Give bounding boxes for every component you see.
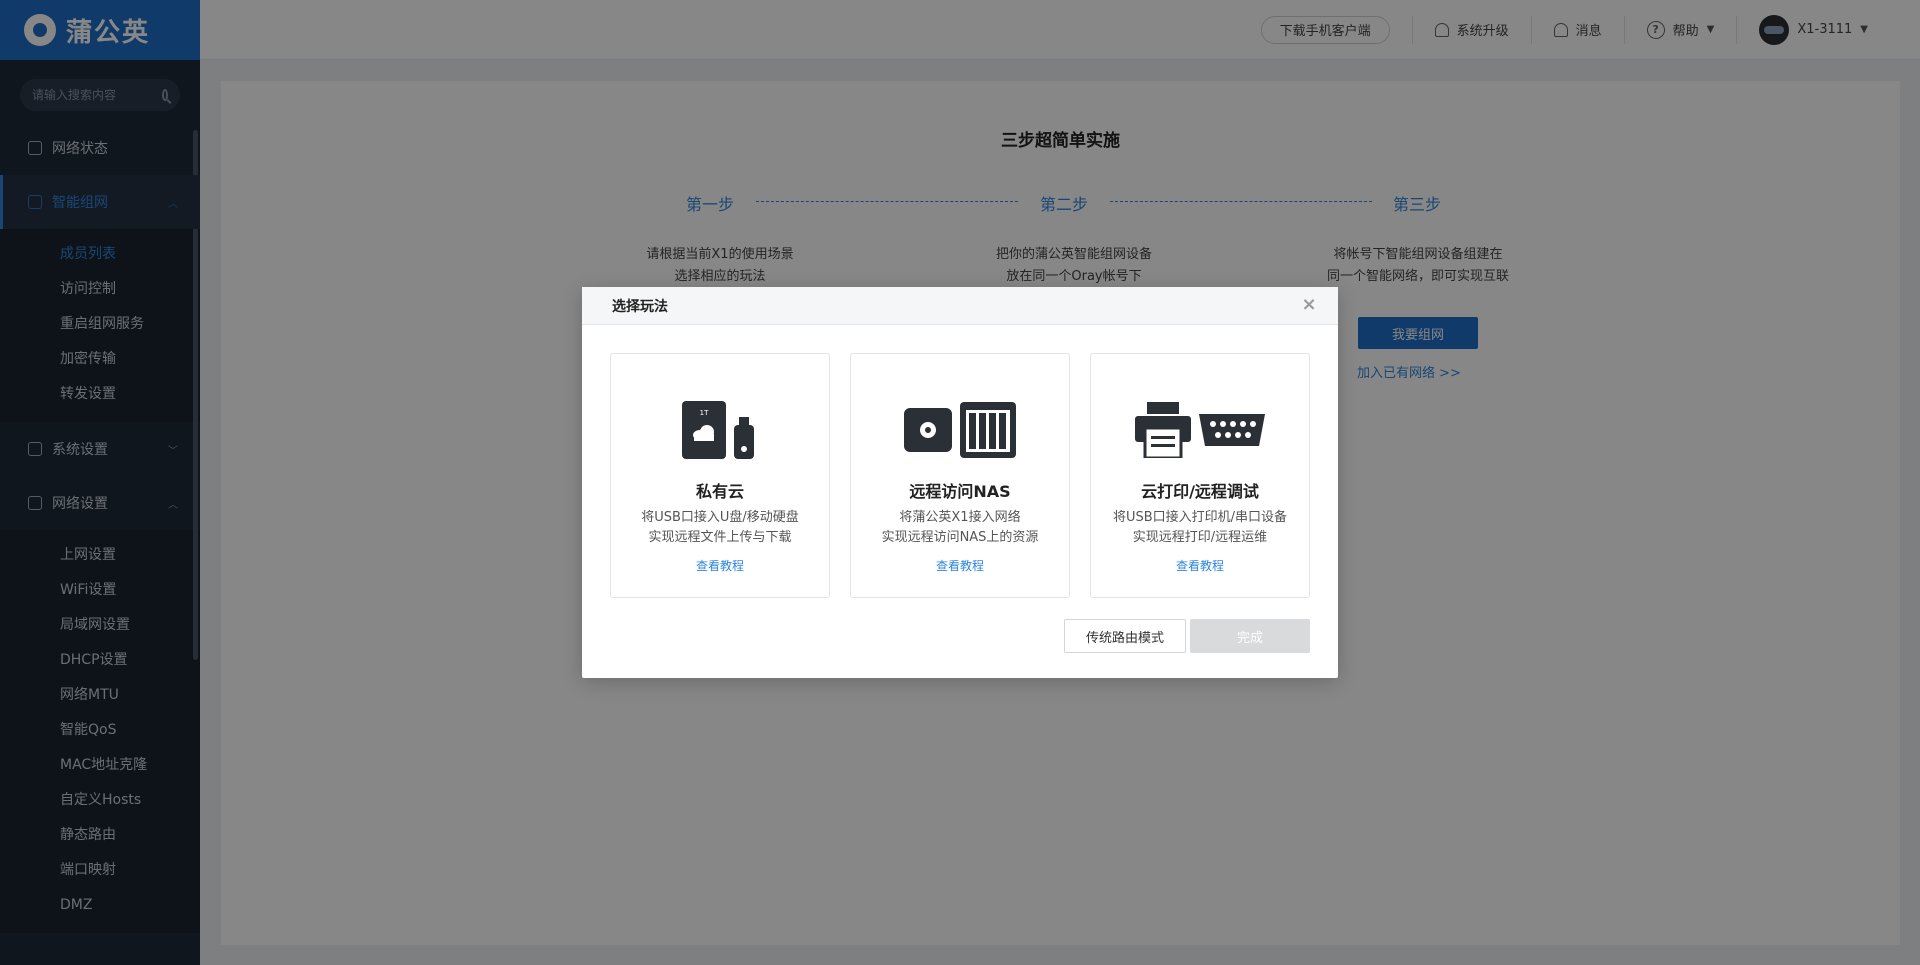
card-desc: 将蒲公英X1接入网络 实现远程访问NAS上的资源	[881, 510, 1039, 545]
tutorial-link[interactable]: 查看教程	[851, 557, 1069, 574]
mode-cards: 1T 私有云 将USB口接入U盘/移动硬盘 实现远程文件上传与下载 查看教程 远…	[610, 353, 1310, 598]
card-desc: 将USB口接入U盘/移动硬盘 实现远程文件上传与下载	[641, 510, 799, 545]
tutorial-link[interactable]: 查看教程	[1091, 557, 1309, 574]
private-cloud-icon: 1T	[611, 392, 829, 467]
nas-icon	[851, 392, 1069, 467]
card-title: 私有云	[695, 482, 744, 501]
tutorial-link[interactable]: 查看教程	[611, 557, 829, 574]
close-icon[interactable]: ×	[1300, 296, 1318, 314]
card-desc: 将USB口接入打印机/串口设备 实现远程打印/远程运维	[1112, 510, 1288, 545]
card-title: 云打印/远程调试	[1141, 482, 1259, 501]
printer-serial-icon	[1091, 392, 1309, 467]
card-title: 远程访问NAS	[909, 482, 1011, 501]
card-private-cloud[interactable]: 1T 私有云 将USB口接入U盘/移动硬盘 实现远程文件上传与下载 查看教程	[610, 353, 830, 598]
dialog-title: 选择玩法	[612, 298, 668, 315]
done-button[interactable]: 完成	[1190, 619, 1310, 653]
card-remote-nas[interactable]: 远程访问NAS 将蒲公英X1接入网络 实现远程访问NAS上的资源 查看教程	[850, 353, 1070, 598]
dialog-header: 选择玩法 ×	[582, 287, 1338, 325]
card-cloud-print[interactable]: 云打印/远程调试 将USB口接入打印机/串口设备 实现远程打印/远程运维 查看教…	[1090, 353, 1310, 598]
select-mode-dialog: 选择玩法 × 1T 私有云 将USB口接入U盘/移动硬盘 实现远程文件上传与下载…	[582, 287, 1338, 678]
traditional-router-mode-button[interactable]: 传统路由模式	[1064, 619, 1186, 653]
svg-text:1T: 1T	[700, 409, 709, 417]
